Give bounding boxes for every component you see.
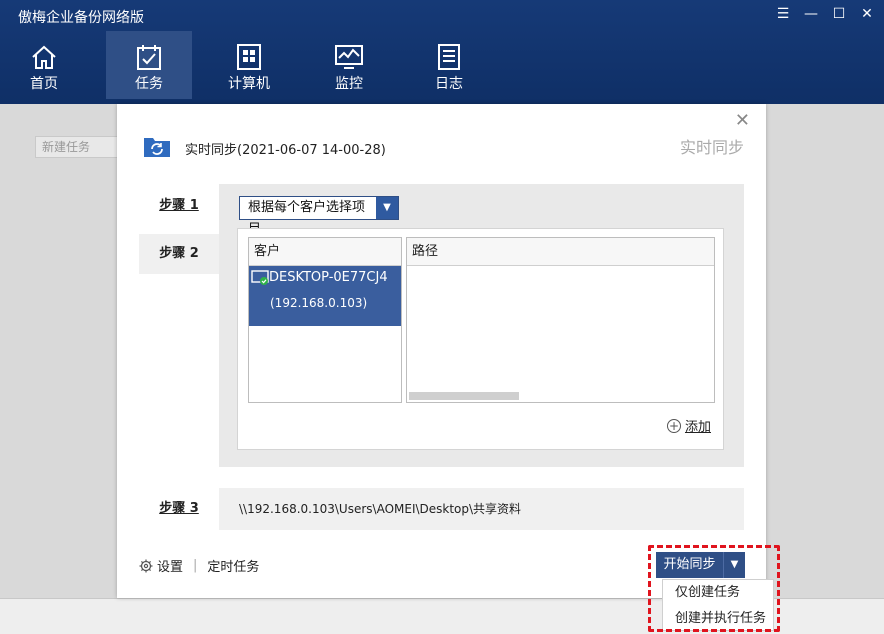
start-sync-label: 开始同步 (663, 557, 716, 572)
menu-item-create-only[interactable]: 仅创建任务 (663, 580, 773, 606)
dialog-title: 实时同步(2021-06-07 14-00-28) (185, 143, 386, 158)
sync-dialog: ✕ 实时同步 实时同步(2021-06-07 14-00-28) 步骤 1 步骤… (117, 104, 766, 598)
nav-computer[interactable]: 计算机 (206, 31, 292, 99)
nav-home[interactable]: 首页 (0, 31, 88, 99)
horizontal-scrollbar[interactable] (409, 392, 519, 400)
gear-icon (139, 559, 153, 572)
nav-log-label: 日志 (435, 76, 463, 92)
footer-options: 设置 | 定时任务 (139, 556, 259, 575)
log-icon (434, 43, 464, 71)
computer-online-icon (251, 270, 269, 286)
window-controls: ☰ — ☐ ✕ (776, 6, 874, 22)
nav-home-label: 首页 (30, 76, 58, 92)
schedule-button[interactable]: 定时任务 (207, 556, 259, 575)
sync-folder-icon (143, 134, 171, 158)
client-row[interactable]: DESKTOP-0E77CJ4 (192.168.0.103) (249, 266, 401, 326)
chevron-down-icon: ▼ (376, 197, 398, 219)
client-column-header: 客户 (249, 238, 401, 266)
separator: | (193, 558, 198, 573)
close-icon[interactable]: ✕ (735, 110, 750, 131)
start-sync-button[interactable]: 开始同步 ▼ (656, 552, 745, 578)
main-nav: 首页 任务 计算机 监控 日志 (0, 31, 506, 99)
close-window-icon[interactable]: ✕ (860, 6, 874, 22)
path-column-header: 路径 (407, 238, 714, 266)
app-title: 傲梅企业备份网络版 (18, 10, 144, 26)
nav-task-label: 任务 (135, 76, 163, 92)
dropdown-value: 根据每个客户选择项目 (248, 200, 366, 237)
client-list: 客户 DESKTOP-0E77CJ4 (192.168.0.103) (248, 237, 402, 403)
step-1-tab[interactable]: 步骤 1 (139, 186, 219, 226)
menu-item-create-and-run[interactable]: 创建并执行任务 (663, 606, 773, 632)
path-list: 路径 (406, 237, 715, 403)
menu-icon[interactable]: ☰ (776, 6, 790, 22)
add-label: 添加 (684, 420, 711, 435)
nav-log[interactable]: 日志 (406, 31, 492, 99)
nav-monitor-label: 监控 (335, 76, 363, 92)
minimize-icon[interactable]: — (804, 6, 818, 22)
client-name: DESKTOP-0E77CJ4 (269, 270, 388, 285)
start-sync-menu: 仅创建任务 创建并执行任务 (662, 579, 774, 631)
plus-icon: + (666, 418, 681, 433)
nav-computer-label: 计算机 (228, 76, 270, 92)
step-3-tab[interactable]: 步骤 3 (139, 488, 219, 530)
nav-task[interactable]: 任务 (106, 31, 192, 99)
client-path-grid: 客户 DESKTOP-0E77CJ4 (192.168.0.103) 路径 + (237, 228, 724, 450)
monitor-icon (334, 43, 364, 71)
task-icon (134, 43, 164, 71)
client-ip: (192.168.0.103) (270, 296, 368, 310)
home-icon (29, 43, 59, 71)
new-task-button[interactable]: 新建任务 (35, 136, 119, 158)
settings-button[interactable]: 设置 (157, 556, 183, 575)
maximize-icon[interactable]: ☐ (832, 6, 846, 22)
add-button[interactable]: + 添加 (666, 416, 711, 435)
selection-mode-dropdown[interactable]: 根据每个客户选择项目 ▼ (239, 196, 399, 237)
step-2-tab[interactable]: 步骤 2 (139, 234, 219, 274)
step-3-panel: 步骤 3 \\192.168.0.103\Users\AOMEI\Desktop… (139, 488, 744, 530)
computer-icon (234, 43, 264, 71)
chevron-down-icon[interactable]: ▼ (723, 552, 745, 578)
destination-path: \\192.168.0.103\Users\AOMEI\Desktop\共享资料 (239, 502, 522, 516)
step-2-content: 根据每个客户选择项目 ▼ 客户 DESKTOP-0E77CJ4 (192.168… (219, 184, 744, 467)
steps-panel: 步骤 1 步骤 2 根据每个客户选择项目 ▼ 客户 DESKTOP-0E77CJ… (139, 184, 744, 467)
dialog-subtitle: 实时同步 (679, 138, 744, 157)
app-header: 傲梅企业备份网络版 ☰ — ☐ ✕ 首页 任务 计算机 监控 日志 (0, 0, 884, 104)
nav-monitor[interactable]: 监控 (306, 31, 392, 99)
